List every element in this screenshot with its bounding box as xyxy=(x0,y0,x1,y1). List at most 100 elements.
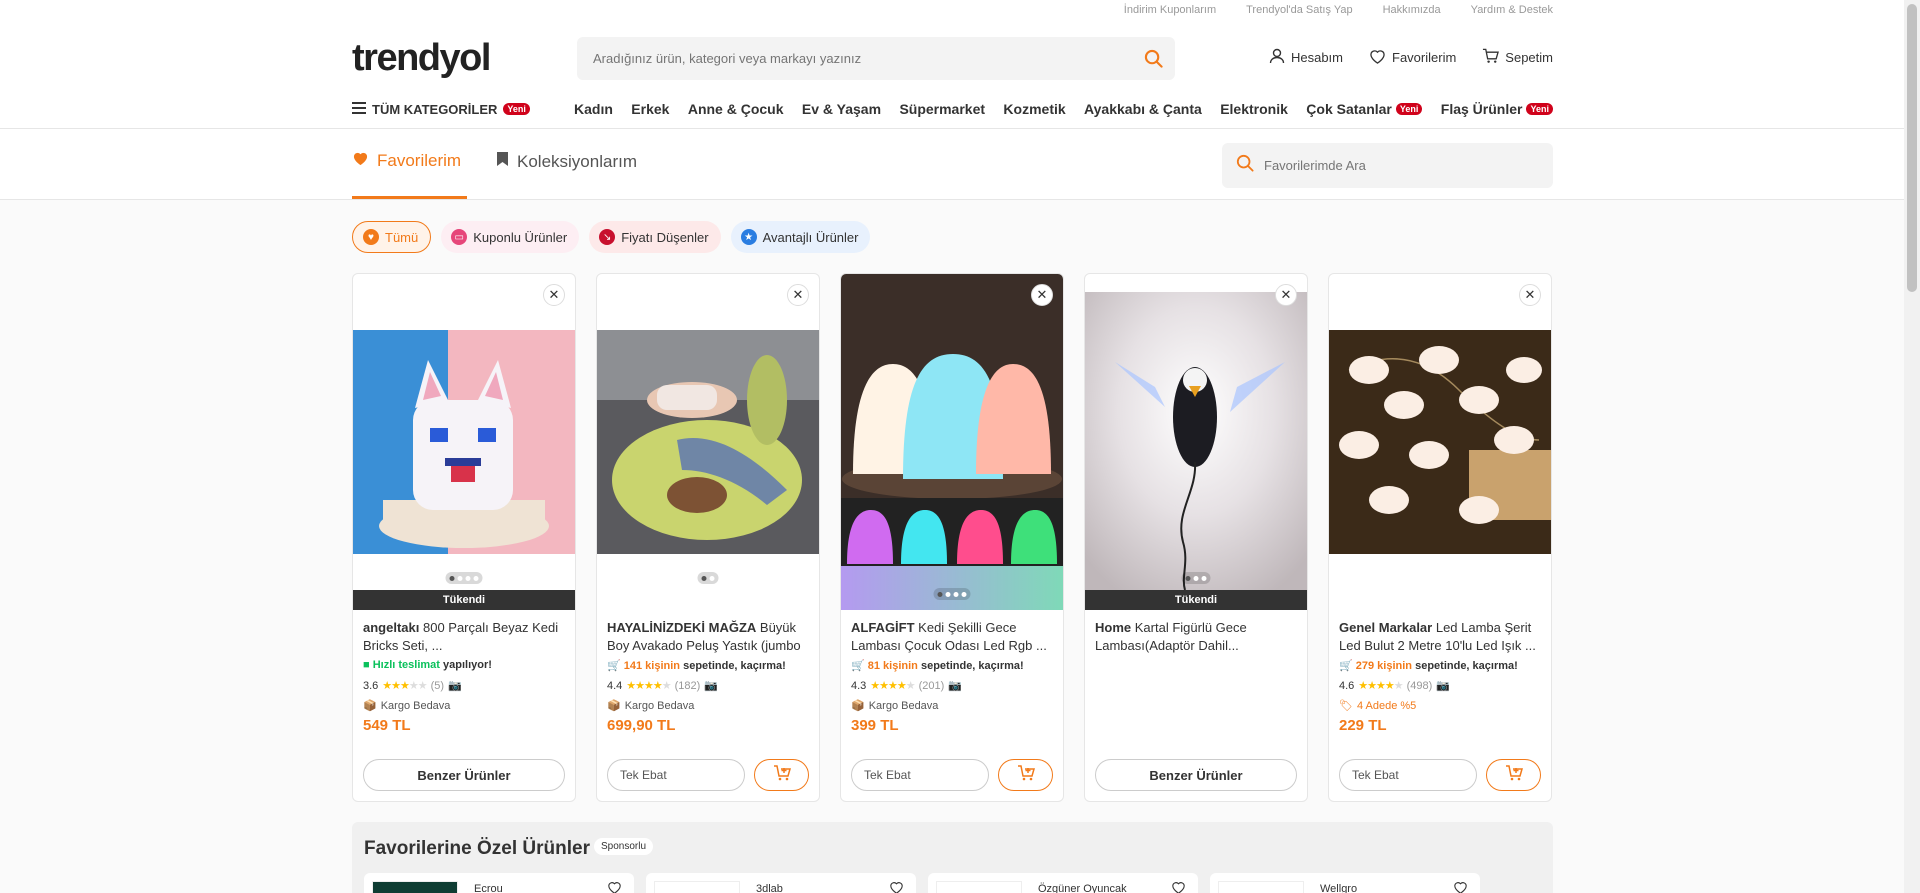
similar-products-button[interactable]: Benzer Ürünler xyxy=(1095,759,1297,791)
heart-icon[interactable] xyxy=(607,881,622,893)
rec-card[interactable]: Ecrou xyxy=(364,873,634,893)
price: 229 TL xyxy=(1339,717,1387,734)
product-image[interactable] xyxy=(597,274,819,610)
product-image[interactable] xyxy=(841,274,1063,610)
chip-all[interactable]: ♥ Tümü xyxy=(352,221,432,253)
product-title[interactable]: angeltakı 800 Parçalı Beyaz Kedi Bricks … xyxy=(363,619,565,655)
image-dots[interactable] xyxy=(1181,572,1211,584)
product-card[interactable]: ✕ HAYALİNİZDEKİ MAĞZA Büyük Boy Avakado … xyxy=(596,273,820,802)
category-supermarket[interactable]: Süpermarket xyxy=(899,101,985,117)
chip-price-drop[interactable]: ↘ Fiyatı Düşenler xyxy=(589,221,721,253)
rating-value: 3.6 xyxy=(363,679,379,692)
similar-products-button[interactable]: Benzer Ürünler xyxy=(363,759,565,791)
favorites-search-input[interactable] xyxy=(1264,158,1524,173)
brand: Genel Markalar xyxy=(1339,620,1433,635)
scrollbar-thumb[interactable] xyxy=(1907,4,1917,292)
product-card[interactable]: ✕ Tükendi angeltakı 800 Parçalı Beyaz Ke… xyxy=(352,273,576,802)
rec-thumb xyxy=(936,881,1022,893)
all-categories-button[interactable]: TÜM KATEGORİLER Yeni xyxy=(352,101,574,117)
scrollbar[interactable] xyxy=(1904,0,1920,893)
sell-link[interactable]: Trendyol'da Satış Yap xyxy=(1246,4,1352,16)
close-icon[interactable]: ✕ xyxy=(1031,284,1053,306)
user-icon xyxy=(1269,48,1285,67)
category-erkek[interactable]: Erkek xyxy=(631,101,669,117)
promo-highlight: 81 kişinin xyxy=(867,660,918,672)
kargo-line: 📦 Kargo Bedava xyxy=(363,698,565,713)
rec-card[interactable]: Wellgro xyxy=(1210,873,1480,893)
header: trendyol Hesabım Favorilerim Sepetim TÜM… xyxy=(0,22,1904,129)
category-ayakkabi-canta[interactable]: Ayakkabı & Çanta xyxy=(1084,101,1202,117)
size-select[interactable]: Tek Ebat xyxy=(1339,759,1477,791)
product-title[interactable]: ALFAGİFT Kedi Şekilli Gece Lambası Çocuk… xyxy=(851,619,1053,655)
image-dots[interactable] xyxy=(445,572,483,584)
close-icon[interactable]: ✕ xyxy=(1519,284,1541,306)
chip-label: Tümü xyxy=(385,229,419,245)
category-elektronik[interactable]: Elektronik xyxy=(1220,101,1288,117)
close-icon[interactable]: ✕ xyxy=(787,284,809,306)
image-dots[interactable] xyxy=(697,572,719,584)
rec-brand: 3dlab xyxy=(756,883,783,893)
search-input[interactable] xyxy=(577,37,1097,80)
heart-icon[interactable] xyxy=(889,881,904,893)
filter-chips: ♥ Tümü ▭ Kuponlu Ürünler ↘ Fiyatı Düşenler … xyxy=(352,221,871,253)
about-link[interactable]: Hakkımızda xyxy=(1383,4,1441,16)
heart-icon[interactable] xyxy=(1171,881,1186,893)
category-kozmetik[interactable]: Kozmetik xyxy=(1003,101,1065,117)
kargo-line: 📦 Kargo Bedava xyxy=(851,698,1053,713)
account-button[interactable]: Hesabım xyxy=(1269,48,1343,67)
chip-coupon[interactable]: ▭ Kuponlu Ürünler xyxy=(441,221,580,253)
product-title[interactable]: Home Kartal Figürlü Gece Lambası(Adaptör… xyxy=(1095,619,1297,655)
product-card[interactable]: ✕ Tükendi Home Kartal Figürlü Gece Lamba… xyxy=(1084,273,1308,802)
image-dots[interactable] xyxy=(933,588,971,600)
favorites-search xyxy=(1222,143,1553,188)
category-kadin[interactable]: Kadın xyxy=(574,101,613,117)
heart-icon[interactable] xyxy=(1453,881,1468,893)
bookmark-icon xyxy=(496,151,509,172)
rec-card[interactable]: 3dlab xyxy=(646,873,916,893)
category-anne-cocuk[interactable]: Anne & Çocuk xyxy=(688,101,784,117)
size-select[interactable]: Tek Ebat xyxy=(607,759,745,791)
favorites-label: Favorilerim xyxy=(1392,50,1457,65)
product-title[interactable]: Genel Markalar Led Lamba Şerit Led Bulut… xyxy=(1339,619,1541,655)
category-flas-urunler[interactable]: Flaş Ürünler Yeni xyxy=(1441,101,1553,117)
cart-small-icon: 🛒 xyxy=(851,660,865,672)
tab-collections[interactable]: Koleksiyonlarım xyxy=(496,151,637,172)
rating-value: 4.4 xyxy=(607,679,623,692)
product-image[interactable]: Tükendi xyxy=(1085,274,1307,610)
stars: ★★★★★ xyxy=(626,680,671,692)
category-label: Flaş Ürünler xyxy=(1440,101,1523,117)
cart-button[interactable]: Sepetim xyxy=(1482,48,1553,67)
product-image[interactable]: Tükendi xyxy=(353,274,575,610)
tab-collections-label: Koleksiyonlarım xyxy=(517,151,637,171)
box-icon: 📦 xyxy=(607,700,621,712)
close-icon[interactable]: ✕ xyxy=(1275,284,1297,306)
favorites-bar: Favorilerim Koleksiyonlarım xyxy=(0,129,1904,200)
category-ev-yasam[interactable]: Ev & Yaşam xyxy=(802,101,881,117)
trendyol-logo[interactable]: trendyol xyxy=(352,36,491,80)
category-cok-satanlar[interactable]: Çok Satanlar Yeni xyxy=(1306,101,1423,117)
rec-card[interactable]: Özgüner Oyuncak xyxy=(928,873,1198,893)
tab-favorites[interactable]: Favorilerim xyxy=(352,151,468,199)
help-link[interactable]: Yardım & Destek xyxy=(1471,4,1553,16)
recommendations-section: Favorilerine Özel Ürünler Sponsorlu Ecro… xyxy=(352,822,1553,893)
close-icon[interactable]: ✕ xyxy=(543,284,565,306)
coupons-link[interactable]: İndirim Kuponlarım xyxy=(1124,4,1216,16)
size-select[interactable]: Tek Ebat xyxy=(851,759,989,791)
favorites-button[interactable]: Favorilerim xyxy=(1369,48,1456,67)
chip-advantage[interactable]: ★ Avantajlı Ürünler xyxy=(730,221,871,253)
add-to-cart-button[interactable] xyxy=(1486,759,1541,791)
promo-text: yapılıyor! xyxy=(439,659,492,671)
product-title[interactable]: HAYALİNİZDEKİ MAĞZA Büyük Boy Avakado Pe… xyxy=(607,619,809,655)
camera-icon: 📷 xyxy=(1436,680,1451,692)
search-icon[interactable] xyxy=(1144,49,1163,73)
product-card[interactable]: ✕ ALFAGİFT Kedi Şekilli Gece Lambası Çoc… xyxy=(840,273,1064,802)
cart-icon xyxy=(1482,48,1500,67)
product-image[interactable] xyxy=(1329,274,1551,610)
add-to-cart-button[interactable] xyxy=(998,759,1053,791)
add-to-cart-button[interactable] xyxy=(754,759,809,791)
rec-brand: Wellgro xyxy=(1320,883,1358,893)
rating-count: (201) xyxy=(918,679,945,692)
product-card[interactable]: ✕ Genel Markalar Led Lamba Şerit Led Bul… xyxy=(1328,273,1552,802)
price: 699,90 TL xyxy=(607,717,676,734)
promo-line: 🛒 141 kişinin sepetinde, kaçırma! xyxy=(607,659,809,674)
